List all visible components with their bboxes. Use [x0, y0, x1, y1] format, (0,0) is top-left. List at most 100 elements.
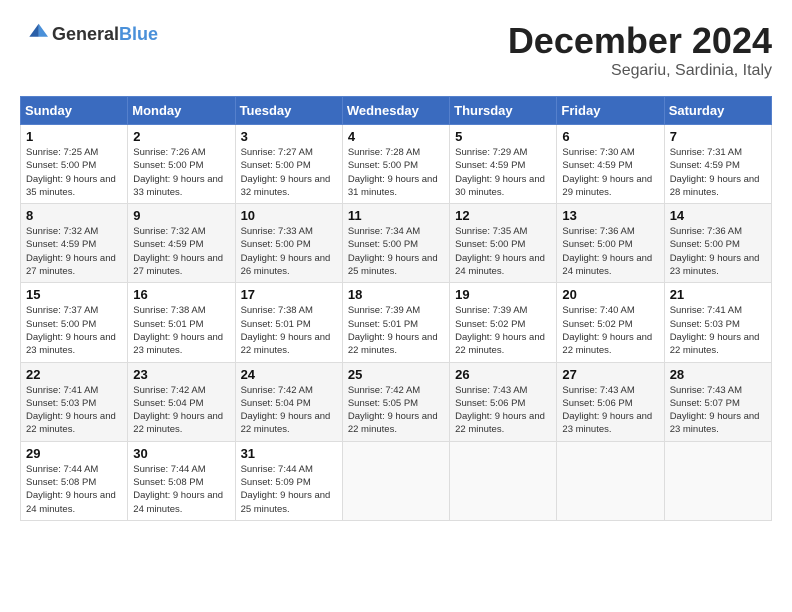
table-row: 15 Sunrise: 7:37 AM Sunset: 5:00 PM Dayl… [21, 283, 128, 362]
table-row: 3 Sunrise: 7:27 AM Sunset: 5:00 PM Dayli… [235, 125, 342, 204]
day-number: 7 [670, 129, 766, 144]
col-sunday: Sunday [21, 97, 128, 125]
table-row: 29 Sunrise: 7:44 AM Sunset: 5:08 PM Dayl… [21, 441, 128, 520]
table-row: 12 Sunrise: 7:35 AM Sunset: 5:00 PM Dayl… [450, 204, 557, 283]
day-detail: Sunrise: 7:43 AM Sunset: 5:07 PM Dayligh… [670, 384, 766, 437]
calendar-row: 22 Sunrise: 7:41 AM Sunset: 5:03 PM Dayl… [21, 362, 772, 441]
day-detail: Sunrise: 7:27 AM Sunset: 5:00 PM Dayligh… [241, 146, 337, 199]
day-detail: Sunrise: 7:34 AM Sunset: 5:00 PM Dayligh… [348, 225, 444, 278]
title-block: December 2024 Segariu, Sardinia, Italy [508, 20, 772, 80]
day-number: 19 [455, 287, 551, 302]
day-number: 6 [562, 129, 658, 144]
day-number: 25 [348, 367, 444, 382]
day-detail: Sunrise: 7:37 AM Sunset: 5:00 PM Dayligh… [26, 304, 122, 357]
col-thursday: Thursday [450, 97, 557, 125]
day-detail: Sunrise: 7:38 AM Sunset: 5:01 PM Dayligh… [133, 304, 229, 357]
table-row [342, 441, 449, 520]
day-detail: Sunrise: 7:25 AM Sunset: 5:00 PM Dayligh… [26, 146, 122, 199]
table-row: 30 Sunrise: 7:44 AM Sunset: 5:08 PM Dayl… [128, 441, 235, 520]
calendar-row: 29 Sunrise: 7:44 AM Sunset: 5:08 PM Dayl… [21, 441, 772, 520]
day-number: 3 [241, 129, 337, 144]
table-row: 7 Sunrise: 7:31 AM Sunset: 4:59 PM Dayli… [664, 125, 771, 204]
page-header: GeneralBlue December 2024 Segariu, Sardi… [20, 20, 772, 80]
table-row: 2 Sunrise: 7:26 AM Sunset: 5:00 PM Dayli… [128, 125, 235, 204]
day-detail: Sunrise: 7:31 AM Sunset: 4:59 PM Dayligh… [670, 146, 766, 199]
day-detail: Sunrise: 7:39 AM Sunset: 5:01 PM Dayligh… [348, 304, 444, 357]
day-number: 30 [133, 446, 229, 461]
day-number: 10 [241, 208, 337, 223]
day-detail: Sunrise: 7:43 AM Sunset: 5:06 PM Dayligh… [455, 384, 551, 437]
calendar-row: 8 Sunrise: 7:32 AM Sunset: 4:59 PM Dayli… [21, 204, 772, 283]
table-row: 16 Sunrise: 7:38 AM Sunset: 5:01 PM Dayl… [128, 283, 235, 362]
day-number: 15 [26, 287, 122, 302]
day-number: 12 [455, 208, 551, 223]
table-row: 5 Sunrise: 7:29 AM Sunset: 4:59 PM Dayli… [450, 125, 557, 204]
day-detail: Sunrise: 7:30 AM Sunset: 4:59 PM Dayligh… [562, 146, 658, 199]
day-number: 24 [241, 367, 337, 382]
calendar-row: 1 Sunrise: 7:25 AM Sunset: 5:00 PM Dayli… [21, 125, 772, 204]
day-detail: Sunrise: 7:40 AM Sunset: 5:02 PM Dayligh… [562, 304, 658, 357]
table-row: 8 Sunrise: 7:32 AM Sunset: 4:59 PM Dayli… [21, 204, 128, 283]
day-detail: Sunrise: 7:43 AM Sunset: 5:06 PM Dayligh… [562, 384, 658, 437]
day-detail: Sunrise: 7:42 AM Sunset: 5:04 PM Dayligh… [241, 384, 337, 437]
table-row: 24 Sunrise: 7:42 AM Sunset: 5:04 PM Dayl… [235, 362, 342, 441]
day-number: 11 [348, 208, 444, 223]
day-number: 18 [348, 287, 444, 302]
table-row: 20 Sunrise: 7:40 AM Sunset: 5:02 PM Dayl… [557, 283, 664, 362]
col-saturday: Saturday [664, 97, 771, 125]
table-row: 21 Sunrise: 7:41 AM Sunset: 5:03 PM Dayl… [664, 283, 771, 362]
day-number: 27 [562, 367, 658, 382]
col-monday: Monday [128, 97, 235, 125]
table-row: 6 Sunrise: 7:30 AM Sunset: 4:59 PM Dayli… [557, 125, 664, 204]
table-row: 9 Sunrise: 7:32 AM Sunset: 4:59 PM Dayli… [128, 204, 235, 283]
day-number: 29 [26, 446, 122, 461]
table-row: 11 Sunrise: 7:34 AM Sunset: 5:00 PM Dayl… [342, 204, 449, 283]
table-row: 26 Sunrise: 7:43 AM Sunset: 5:06 PM Dayl… [450, 362, 557, 441]
day-number: 8 [26, 208, 122, 223]
col-tuesday: Tuesday [235, 97, 342, 125]
day-detail: Sunrise: 7:42 AM Sunset: 5:04 PM Dayligh… [133, 384, 229, 437]
day-number: 14 [670, 208, 766, 223]
day-number: 1 [26, 129, 122, 144]
col-friday: Friday [557, 97, 664, 125]
day-detail: Sunrise: 7:32 AM Sunset: 4:59 PM Dayligh… [26, 225, 122, 278]
day-number: 17 [241, 287, 337, 302]
table-row: 14 Sunrise: 7:36 AM Sunset: 5:00 PM Dayl… [664, 204, 771, 283]
logo-general: General [52, 24, 119, 44]
day-detail: Sunrise: 7:39 AM Sunset: 5:02 PM Dayligh… [455, 304, 551, 357]
day-detail: Sunrise: 7:42 AM Sunset: 5:05 PM Dayligh… [348, 384, 444, 437]
day-number: 26 [455, 367, 551, 382]
day-number: 28 [670, 367, 766, 382]
day-detail: Sunrise: 7:41 AM Sunset: 5:03 PM Dayligh… [670, 304, 766, 357]
table-row: 10 Sunrise: 7:33 AM Sunset: 5:00 PM Dayl… [235, 204, 342, 283]
day-detail: Sunrise: 7:26 AM Sunset: 5:00 PM Dayligh… [133, 146, 229, 199]
table-row: 19 Sunrise: 7:39 AM Sunset: 5:02 PM Dayl… [450, 283, 557, 362]
location-title: Segariu, Sardinia, Italy [508, 62, 772, 80]
table-row: 17 Sunrise: 7:38 AM Sunset: 5:01 PM Dayl… [235, 283, 342, 362]
day-detail: Sunrise: 7:38 AM Sunset: 5:01 PM Dayligh… [241, 304, 337, 357]
day-detail: Sunrise: 7:32 AM Sunset: 4:59 PM Dayligh… [133, 225, 229, 278]
logo-blue: Blue [119, 24, 158, 44]
month-title: December 2024 [508, 20, 772, 62]
table-row: 28 Sunrise: 7:43 AM Sunset: 5:07 PM Dayl… [664, 362, 771, 441]
day-number: 22 [26, 367, 122, 382]
table-row: 23 Sunrise: 7:42 AM Sunset: 5:04 PM Dayl… [128, 362, 235, 441]
calendar-header-row: Sunday Monday Tuesday Wednesday Thursday… [21, 97, 772, 125]
table-row: 31 Sunrise: 7:44 AM Sunset: 5:09 PM Dayl… [235, 441, 342, 520]
table-row [664, 441, 771, 520]
calendar-table: Sunday Monday Tuesday Wednesday Thursday… [20, 96, 772, 521]
table-row: 13 Sunrise: 7:36 AM Sunset: 5:00 PM Dayl… [557, 204, 664, 283]
day-number: 5 [455, 129, 551, 144]
day-detail: Sunrise: 7:36 AM Sunset: 5:00 PM Dayligh… [562, 225, 658, 278]
day-detail: Sunrise: 7:33 AM Sunset: 5:00 PM Dayligh… [241, 225, 337, 278]
day-number: 31 [241, 446, 337, 461]
day-detail: Sunrise: 7:35 AM Sunset: 5:00 PM Dayligh… [455, 225, 551, 278]
table-row: 1 Sunrise: 7:25 AM Sunset: 5:00 PM Dayli… [21, 125, 128, 204]
table-row [450, 441, 557, 520]
day-detail: Sunrise: 7:28 AM Sunset: 5:00 PM Dayligh… [348, 146, 444, 199]
day-number: 20 [562, 287, 658, 302]
table-row: 4 Sunrise: 7:28 AM Sunset: 5:00 PM Dayli… [342, 125, 449, 204]
table-row [557, 441, 664, 520]
day-detail: Sunrise: 7:44 AM Sunset: 5:08 PM Dayligh… [26, 463, 122, 516]
day-number: 16 [133, 287, 229, 302]
